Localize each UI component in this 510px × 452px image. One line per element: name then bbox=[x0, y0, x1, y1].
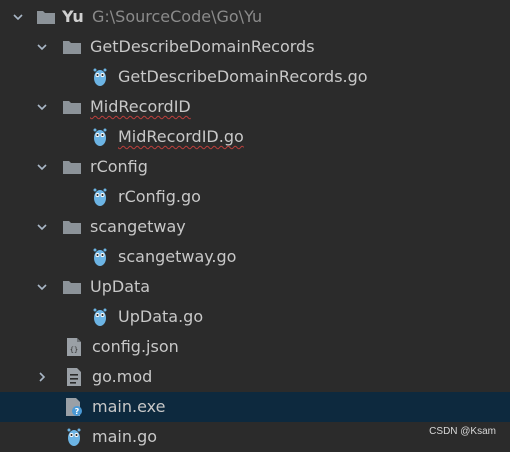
unknown-file-icon: ? bbox=[64, 397, 84, 417]
svg-text:?: ? bbox=[75, 407, 80, 416]
chevron-down-icon[interactable] bbox=[10, 9, 26, 25]
file-label: scangetway.go bbox=[118, 247, 237, 266]
tree-row-project-root[interactable]: Yu G:\SourceCode\Go\Yu bbox=[0, 2, 510, 32]
tree-row-file[interactable]: UpData.go bbox=[0, 302, 510, 332]
folder-icon bbox=[62, 157, 82, 177]
file-label: go.mod bbox=[92, 367, 153, 386]
project-name: Yu bbox=[62, 7, 84, 26]
file-label: GetDescribeDomainRecords.go bbox=[118, 67, 368, 86]
tree-row-folder[interactable]: MidRecordID bbox=[0, 92, 510, 122]
tree-row-file-selected[interactable]: ? main.exe bbox=[0, 392, 510, 422]
folder-icon bbox=[62, 97, 82, 117]
tree-row-folder[interactable]: UpData bbox=[0, 272, 510, 302]
chevron-down-icon[interactable] bbox=[34, 219, 50, 235]
tree-row-file[interactable]: {} config.json bbox=[0, 332, 510, 362]
json-file-icon: {} bbox=[64, 337, 84, 357]
tree-row-folder[interactable]: GetDescribeDomainRecords bbox=[0, 32, 510, 62]
file-label: config.json bbox=[92, 337, 179, 356]
chevron-right-icon[interactable] bbox=[34, 369, 50, 385]
file-label: UpData.go bbox=[118, 307, 204, 326]
svg-text:{}: {} bbox=[70, 346, 78, 354]
folder-icon bbox=[62, 277, 82, 297]
tree-row-file[interactable]: go.mod bbox=[0, 362, 510, 392]
folder-label: rConfig bbox=[90, 157, 148, 176]
gopher-icon bbox=[90, 247, 110, 267]
project-path: G:\SourceCode\Go\Yu bbox=[92, 7, 263, 26]
tree-row-file[interactable]: MidRecordID.go bbox=[0, 122, 510, 152]
gopher-icon bbox=[90, 67, 110, 87]
tree-row-folder[interactable]: scangetway bbox=[0, 212, 510, 242]
file-label: main.go bbox=[92, 427, 158, 446]
folder-label: scangetway bbox=[90, 217, 186, 236]
folder-label: GetDescribeDomainRecords bbox=[90, 37, 315, 56]
folder-label: UpData bbox=[90, 277, 151, 296]
tree-row-folder[interactable]: rConfig bbox=[0, 152, 510, 182]
chevron-down-icon[interactable] bbox=[34, 279, 50, 295]
folder-icon bbox=[62, 217, 82, 237]
tree-row-file[interactable]: scangetway.go bbox=[0, 242, 510, 272]
chevron-down-icon[interactable] bbox=[34, 39, 50, 55]
folder-label: MidRecordID bbox=[90, 97, 191, 116]
tree-row-file[interactable]: rConfig.go bbox=[0, 182, 510, 212]
gopher-icon bbox=[90, 187, 110, 207]
gopher-icon bbox=[90, 127, 110, 147]
project-tree: Yu G:\SourceCode\Go\Yu GetDescribeDomain… bbox=[0, 0, 510, 447]
file-label: main.exe bbox=[92, 397, 166, 416]
chevron-down-icon[interactable] bbox=[34, 159, 50, 175]
file-label: MidRecordID.go bbox=[118, 127, 244, 146]
folder-icon bbox=[36, 7, 56, 27]
gopher-icon bbox=[64, 427, 84, 447]
file-label: rConfig.go bbox=[118, 187, 201, 206]
folder-icon bbox=[62, 37, 82, 57]
watermark: CSDN @Ksam bbox=[429, 426, 496, 437]
tree-row-file[interactable]: GetDescribeDomainRecords.go bbox=[0, 62, 510, 92]
chevron-down-icon[interactable] bbox=[34, 99, 50, 115]
gopher-icon bbox=[90, 307, 110, 327]
go-mod-file-icon bbox=[64, 367, 84, 387]
